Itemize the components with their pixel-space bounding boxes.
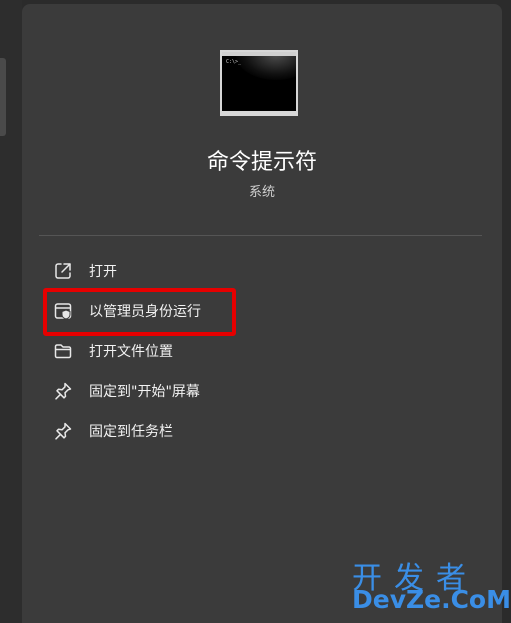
menu-item-label: 打开文件位置 <box>89 344 173 360</box>
red-highlight-box <box>43 288 236 336</box>
menu-item-label: 固定到"开始"屏幕 <box>89 384 200 400</box>
open-external-icon <box>52 260 74 282</box>
pin-icon <box>52 380 74 402</box>
divider <box>39 235 482 236</box>
menu-item-pin-to-taskbar[interactable]: 固定到任务栏 <box>42 412 482 450</box>
watermark-english: DevZe.CoM <box>352 585 511 614</box>
menu-item-pin-to-start[interactable]: 固定到"开始"屏幕 <box>42 372 482 410</box>
command-prompt-icon: C:\>_ <box>220 50 298 116</box>
folder-icon <box>52 340 74 362</box>
app-category: 系统 <box>248 185 275 200</box>
scrollbar-thumb[interactable] <box>0 58 6 136</box>
menu-item-open[interactable]: 打开 <box>42 252 482 290</box>
menu-item-open-file-location[interactable]: 打开文件位置 <box>42 332 482 370</box>
menu-item-label: 打开 <box>89 264 117 280</box>
pin-icon <box>52 420 74 442</box>
start-menu-context-panel: C:\>_ 命令提示符 系统 打开 以管理员身份运行 打开文件位置 固定到"开始… <box>22 4 502 623</box>
app-title: 命令提示符 <box>206 150 317 175</box>
menu-item-label: 固定到任务栏 <box>89 424 173 440</box>
